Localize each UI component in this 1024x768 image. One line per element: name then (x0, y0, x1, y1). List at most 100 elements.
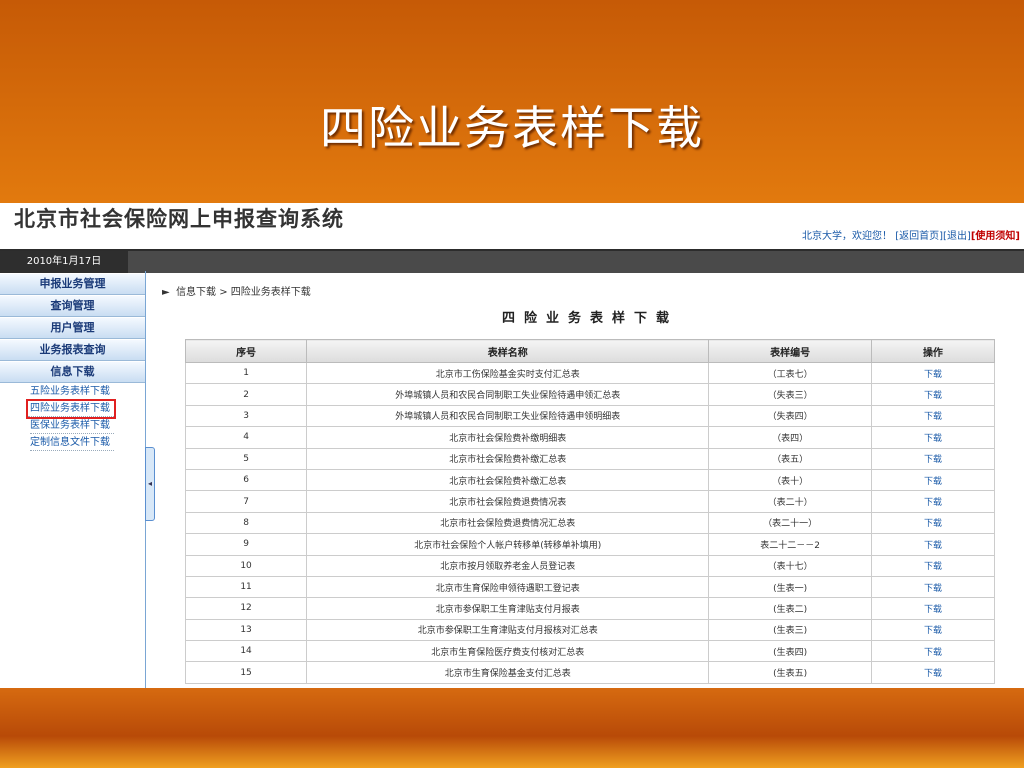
form-code: （表十） (708, 468, 872, 492)
form-code: （表十七） (708, 554, 872, 577)
row-number: 12 (184, 597, 308, 620)
download-link[interactable]: 下载 (870, 533, 996, 556)
row-number: 4 (184, 426, 308, 449)
row-number: 1 (184, 361, 308, 385)
table-row: 5 北京市社会保险费补缴汇总表 （表五） 下载 (184, 447, 996, 470)
home-link[interactable]: [返回首页] (895, 231, 943, 242)
form-name: 北京市生育保险基金支付汇总表 (306, 661, 710, 684)
form-name: 北京市生育保险申领待遇职工登记表 (306, 575, 710, 599)
menu-item-query[interactable]: 查询管理 (0, 296, 145, 317)
app-screenshot: 北京市社会保险网上申报查询系统 北京大学，欢迎您！ [返回首页][退出][使用须… (0, 203, 1024, 688)
row-number: 2 (184, 383, 308, 406)
menu-item-declare[interactable]: 申报业务管理 (0, 274, 145, 295)
download-link[interactable]: 下载 (870, 490, 996, 513)
form-name: 北京市工伤保险基金实时支付汇总表 (306, 361, 710, 385)
form-name: 北京市社会保险费补缴汇总表 (306, 468, 710, 492)
column-header: 序号 (184, 339, 308, 363)
chevron-left-icon[interactable]: ◂ (145, 447, 155, 521)
form-code: （失表四） (708, 404, 872, 428)
form-name: 北京市生育保险医疗费支付核对汇总表 (306, 640, 710, 663)
download-link[interactable]: 下载 (870, 511, 996, 535)
form-code: (生表五) (708, 661, 872, 684)
sub-item-five-insurance[interactable]: 五险业务表样下载 (30, 384, 114, 400)
form-name: 北京市社会保险费退费情况表 (306, 490, 710, 513)
table-row: 1 北京市工伤保险基金实时支付汇总表 （工表七） 下载 (184, 361, 996, 385)
column-header: 表样编号 (708, 339, 872, 363)
logout-link[interactable]: [退出] (943, 231, 971, 242)
form-code: （表五） (708, 447, 872, 470)
sub-item-four-insurance[interactable]: 四险业务表样下载 (26, 399, 116, 419)
table-row: 7 北京市社会保险费退费情况表 （表二十） 下载 (184, 490, 996, 513)
date-display: 2010年1月17日 (0, 251, 128, 273)
table-row: 6 北京市社会保险费补缴汇总表 （表十） 下载 (184, 468, 996, 492)
download-link[interactable]: 下载 (870, 383, 996, 406)
table-row: 12 北京市参保职工生育津贴支付月报表 (生表二) 下载 (184, 597, 996, 620)
breadcrumb-path: 信息下载 > 四险业务表样下载 (176, 287, 311, 298)
table-row: 13 北京市参保职工生育津贴支付月报核对汇总表 (生表三) 下载 (184, 618, 996, 642)
form-code: (生表三) (708, 618, 872, 642)
row-number: 14 (184, 640, 308, 663)
form-name: 外埠城镇人员和农民合同制职工失业保险待遇申领汇总表 (306, 383, 710, 406)
download-table: 序号 表样名称 表样编号 操作 1 北京市工伤保险基金实时支付汇总表 （工表七） 下载… (184, 339, 996, 684)
table-row: 11 北京市生育保险申领待遇职工登记表 (生表一) 下载 (184, 575, 996, 599)
download-link[interactable]: 下载 (870, 618, 996, 642)
form-name: 外埠城镇人员和农民合同制职工失业保险待遇申领明细表 (306, 404, 710, 428)
row-number: 5 (184, 447, 308, 470)
download-link[interactable]: 下载 (870, 404, 996, 428)
notice-link[interactable]: [使用须知] (971, 231, 1020, 242)
form-code: 表二十二－－2 (708, 533, 872, 556)
download-link[interactable]: 下载 (870, 661, 996, 684)
menu-item-users[interactable]: 用户管理 (0, 318, 145, 339)
row-number: 6 (184, 468, 308, 492)
form-name: 北京市按月领取养老金人员登记表 (306, 554, 710, 577)
form-code: （工表七） (708, 361, 872, 385)
menu-item-reports[interactable]: 业务报表查询 (0, 340, 145, 361)
top-bar: 2010年1月17日 (0, 249, 1024, 273)
row-number: 3 (184, 404, 308, 428)
download-link[interactable]: 下载 (870, 597, 996, 620)
form-name: 北京市社会保险费补缴汇总表 (306, 447, 710, 470)
row-number: 8 (184, 511, 308, 535)
sub-item-medical[interactable]: 医保业务表样下载 (30, 418, 114, 434)
slide-title: 四险业务表样下载 (320, 101, 704, 155)
form-code: (生表四) (708, 640, 872, 663)
form-name: 北京市社会保险费退费情况汇总表 (306, 511, 710, 535)
table-header-row: 序号 表样名称 表样编号 操作 (184, 339, 996, 363)
download-link[interactable]: 下载 (870, 640, 996, 663)
download-link[interactable]: 下载 (870, 468, 996, 492)
form-code: （表四） (708, 426, 872, 449)
sub-item-custom-files[interactable]: 定制信息文件下载 (30, 435, 114, 451)
form-code: （表二十） (708, 490, 872, 513)
form-code: （表二十一） (708, 511, 872, 535)
download-link[interactable]: 下载 (870, 575, 996, 599)
form-code: (生表一) (708, 575, 872, 599)
table-row: 15 北京市生育保险基金支付汇总表 (生表五) 下载 (184, 661, 996, 684)
download-link[interactable]: 下载 (870, 426, 996, 449)
row-number: 7 (184, 490, 308, 513)
form-name: 北京市参保职工生育津贴支付月报表 (306, 597, 710, 620)
menu-item-downloads[interactable]: 信息下载 (0, 362, 145, 383)
slide-bottom-band (0, 688, 1024, 768)
table-row: 3 外埠城镇人员和农民合同制职工失业保险待遇申领明细表 （失表四） 下载 (184, 404, 996, 428)
row-number: 11 (184, 575, 308, 599)
form-code: (生表二) (708, 597, 872, 620)
download-link[interactable]: 下载 (870, 554, 996, 577)
table-row: 2 外埠城镇人员和农民合同制职工失业保险待遇申领汇总表 （失表三） 下载 (184, 383, 996, 406)
table-row: 9 北京市社会保险个人帐户转移单(转移单补填用) 表二十二－－2 下载 (184, 533, 996, 556)
arrow-icon: ► (162, 287, 170, 298)
column-header: 操作 (870, 339, 996, 363)
row-number: 10 (184, 554, 308, 577)
system-title: 北京市社会保险网上申报查询系统 (14, 207, 344, 231)
breadcrumb: ► 信息下载 > 四险业务表样下载 (162, 283, 311, 298)
form-name: 北京市社会保险个人帐户转移单(转移单补填用) (306, 533, 710, 556)
form-name: 北京市社会保险费补缴明细表 (306, 426, 710, 449)
row-number: 13 (184, 618, 308, 642)
row-number: 9 (184, 533, 308, 556)
user-bar: 北京大学，欢迎您！ [返回首页][退出][使用须知] (802, 227, 1020, 242)
row-number: 15 (184, 661, 308, 684)
download-link[interactable]: 下载 (870, 361, 996, 385)
table-row: 8 北京市社会保险费退费情况汇总表 （表二十一） 下载 (184, 511, 996, 535)
download-link[interactable]: 下载 (870, 447, 996, 470)
welcome-text: 北京大学，欢迎您！ (802, 231, 893, 242)
sidebar: 申报业务管理 查询管理 用户管理 业务报表查询 信息下载 五险业务表样下载 四险… (0, 273, 145, 451)
